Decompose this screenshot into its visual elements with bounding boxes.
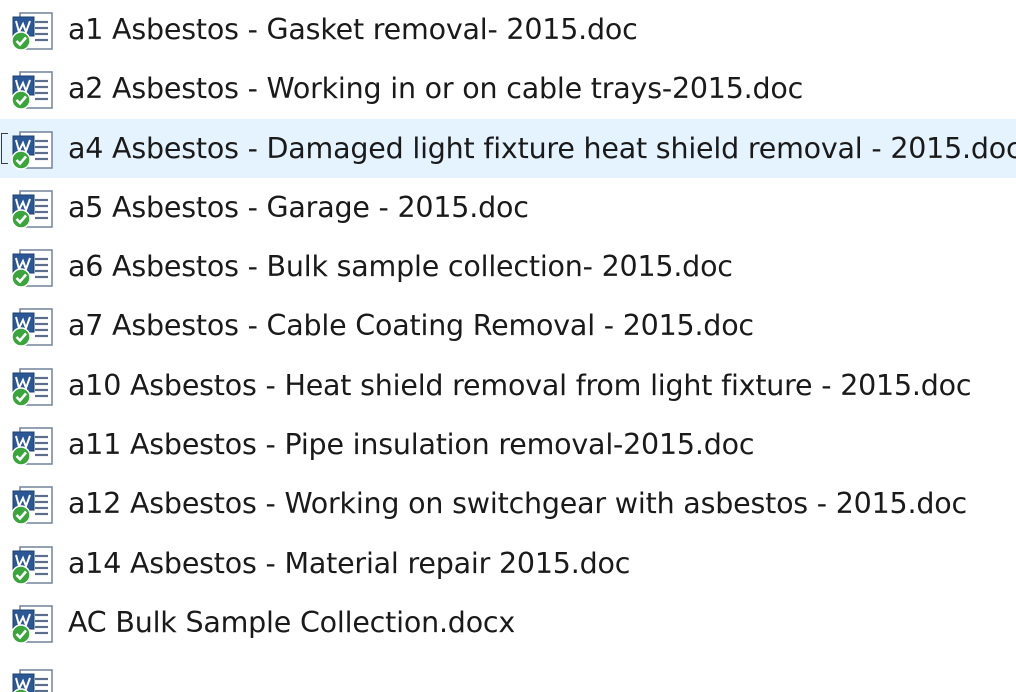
word-document-icon [11,11,56,51]
file-row-partial[interactable] [0,652,1016,692]
file-row[interactable]: a11 Asbestos - Pipe insulation removal-2… [0,415,1016,474]
file-name: a14 Asbestos - Material repair 2015.doc [68,546,631,580]
file-row[interactable]: a2 Asbestos - Working in or on cable tra… [0,59,1016,118]
word-document-icon [11,485,56,526]
file-name: a2 Asbestos - Working in or on cable tra… [68,72,804,106]
file-name: a1 Asbestos - Gasket removal- 2015.doc [68,13,638,46]
word-docx-icon [11,604,56,644]
focus-indicator [1,132,8,164]
word-document-icon [11,307,56,348]
file-name: a11 Asbestos - Pipe insulation removal-2… [68,428,755,462]
file-name: a6 Asbestos - Bulk sample collection- 20… [68,250,733,284]
file-row[interactable]: a5 Asbestos - Garage - 2015.doc [0,178,1016,237]
word-document-icon [11,70,56,111]
file-row[interactable]: a14 Asbestos - Material repair 2015.doc [0,534,1016,593]
file-row[interactable]: a6 Asbestos - Bulk sample collection- 20… [0,237,1016,296]
word-document-icon [11,130,56,170]
file-row[interactable]: a10 Asbestos - Heat shield removal from … [0,356,1016,415]
file-name: a7 Asbestos - Cable Coating Removal - 20… [68,309,754,343]
file-name: a4 Asbestos - Damaged light fixture heat… [68,131,1016,165]
file-row[interactable]: a12 Asbestos - Working on switchgear wit… [0,474,1016,533]
file-name: a5 Asbestos - Garage - 2015.doc [68,190,529,224]
file-row-selected[interactable]: a4 Asbestos - Damaged light fixture heat… [0,118,1016,178]
document-icon [11,668,56,692]
word-document-icon [11,189,56,229]
file-list: a1 Asbestos - Gasket removal- 2015.doc a… [0,0,1016,692]
word-document-icon [11,248,56,289]
file-row[interactable]: a7 Asbestos - Cable Coating Removal - 20… [0,296,1016,355]
file-name: a12 Asbestos - Working on switchgear wit… [68,487,967,521]
word-document-icon [11,367,56,407]
file-row[interactable]: AC Bulk Sample Collection.docx [0,593,1016,652]
word-document-icon [11,545,56,585]
word-document-icon [11,426,56,467]
file-row[interactable]: a1 Asbestos - Gasket removal- 2015.doc [0,0,1016,59]
file-name: a10 Asbestos - Heat shield removal from … [68,368,972,402]
file-name: AC Bulk Sample Collection.docx [68,605,516,639]
